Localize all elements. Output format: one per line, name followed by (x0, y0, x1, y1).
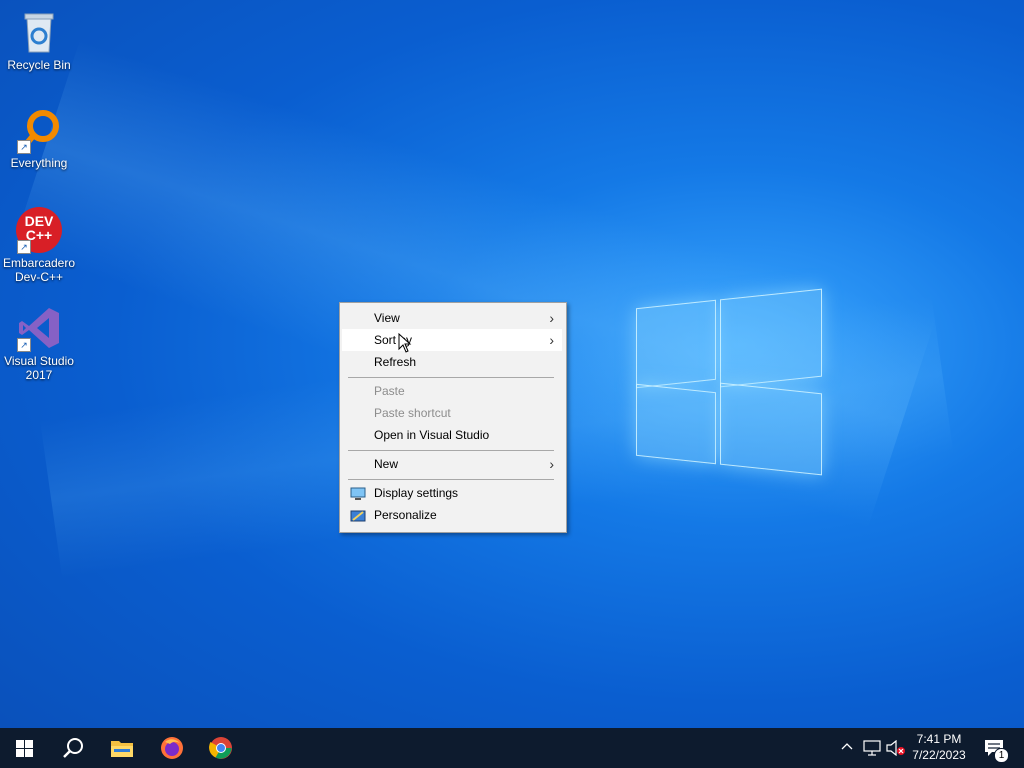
chevron-up-icon (841, 743, 853, 750)
menu-item-display-settings[interactable]: Display settings (342, 482, 562, 504)
firefox-icon (161, 737, 183, 759)
display-icon (350, 486, 366, 500)
start-icon (16, 740, 33, 757)
chevron-right-icon: › (549, 456, 554, 472)
menu-item-label: Paste shortcut (374, 406, 451, 420)
visual-studio-icon: ↗ (15, 304, 63, 352)
show-hidden-icons-button[interactable] (838, 728, 856, 768)
desktop-icon-visual-studio[interactable]: ↗ Visual Studio 2017 (1, 304, 77, 382)
menu-separator (348, 450, 554, 451)
mouse-cursor-icon (398, 333, 412, 353)
volume-muted-icon (886, 740, 905, 756)
menu-item-paste[interactable]: Paste (342, 380, 562, 402)
windows-logo-wallpaper (636, 288, 824, 480)
clock[interactable]: 7:41 PM 7/22/2023 (904, 731, 974, 763)
devcpp-icon: DEV C++ ↗ (15, 206, 63, 254)
personalize-icon (350, 508, 366, 522)
chrome-icon (209, 737, 232, 759)
menu-item-label: Open in Visual Studio (374, 428, 490, 442)
menu-item-label: View (374, 311, 400, 325)
desktop-icon-label: Everything (10, 156, 68, 170)
menu-item-open-in-visual-studio[interactable]: Open in Visual Studio (342, 424, 562, 446)
action-center-button[interactable]: 1 (980, 728, 1012, 768)
network-icon (863, 740, 881, 756)
clock-date: 7/22/2023 (912, 748, 966, 762)
desktop-icon-devcpp[interactable]: DEV C++ ↗ Embarcadero Dev-C++ (1, 206, 77, 284)
menu-item-view[interactable]: View › (342, 307, 562, 329)
clock-time: 7:41 PM (916, 732, 962, 746)
search-icon (63, 738, 83, 758)
devcpp-badge: DEV C++ (24, 213, 54, 243)
menu-separator (348, 479, 554, 480)
desktop-icon-label: Visual Studio 2017 (4, 354, 74, 382)
recycle-bin-icon (15, 8, 63, 56)
chevron-right-icon: › (549, 332, 554, 348)
desktop[interactable]: Recycle Bin ↗ Everything DEV C++ ↗ Embar… (0, 0, 1024, 728)
menu-item-label: Display settings (374, 486, 459, 500)
firefox-button[interactable] (148, 728, 196, 768)
menu-item-paste-shortcut[interactable]: Paste shortcut (342, 402, 562, 424)
desktop-icon-label: Embarcadero Dev-C++ (2, 256, 76, 284)
menu-item-label: New (374, 457, 399, 471)
shortcut-arrow-icon: ↗ (17, 240, 31, 254)
search-button[interactable] (48, 728, 96, 768)
shortcut-arrow-icon: ↗ (17, 140, 31, 154)
menu-separator (348, 377, 554, 378)
menu-item-refresh[interactable]: Refresh (342, 351, 562, 373)
chrome-button[interactable] (197, 728, 245, 768)
menu-item-label: Refresh (374, 355, 417, 369)
menu-item-label: Paste (374, 384, 405, 398)
desktop-icon-recycle-bin[interactable]: Recycle Bin (1, 8, 77, 72)
file-explorer-button[interactable] (98, 728, 146, 768)
volume-button[interactable] (884, 728, 906, 768)
everything-search-icon: ↗ (15, 106, 63, 154)
chevron-right-icon: › (549, 310, 554, 326)
file-explorer-icon (111, 741, 133, 757)
menu-item-label: Personalize (374, 508, 437, 522)
desktop-context-menu: View › Sort by › Refresh Paste Paste sho… (339, 302, 567, 533)
menu-item-sort-by[interactable]: Sort by › (342, 329, 562, 351)
start-button[interactable] (0, 728, 48, 768)
notification-count-badge: 1 (994, 748, 1009, 763)
shortcut-arrow-icon: ↗ (17, 338, 31, 352)
menu-item-personalize[interactable]: Personalize (342, 504, 562, 526)
network-button[interactable] (860, 728, 882, 768)
menu-item-new[interactable]: New › (342, 453, 562, 475)
desktop-icon-everything[interactable]: ↗ Everything (1, 106, 77, 170)
taskbar: 7:41 PM 7/22/2023 1 (0, 728, 1024, 768)
desktop-icon-label: Recycle Bin (7, 58, 71, 72)
